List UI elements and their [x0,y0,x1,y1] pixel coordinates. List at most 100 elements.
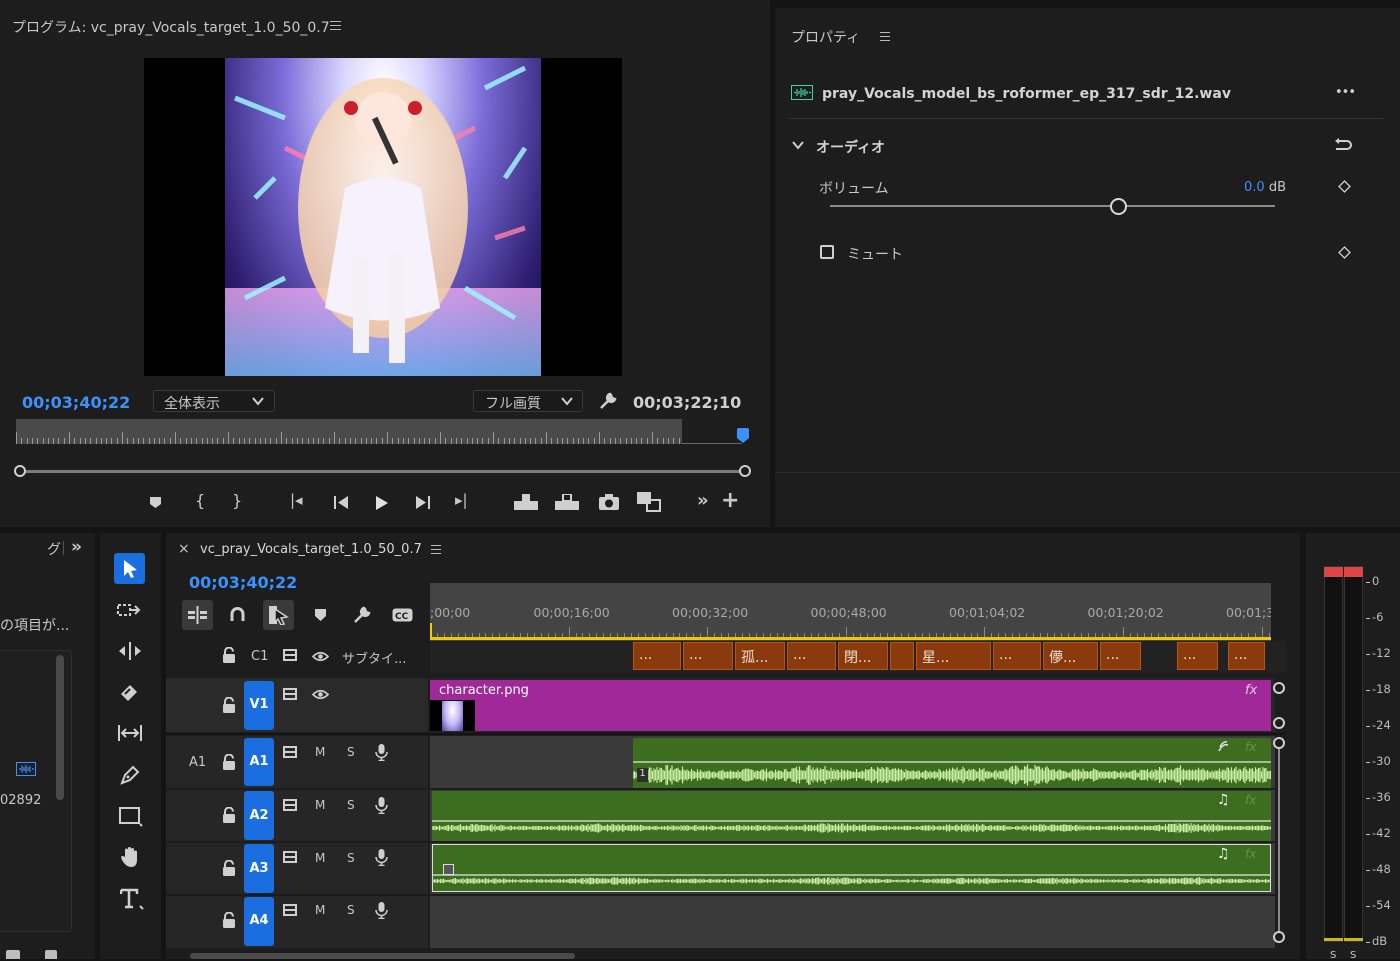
microphone-icon[interactable] [375,902,388,919]
sync-lock-icon[interactable] [283,799,297,811]
clip-indicator-right[interactable] [1344,567,1363,577]
hand-tool-icon[interactable] [119,846,143,868]
step-forward-icon[interactable] [414,496,430,509]
hamburger-icon[interactable] [880,32,890,41]
a4-track-target[interactable]: A4 [244,897,274,946]
track-select-icon[interactable] [117,602,141,620]
type-tool-icon[interactable] [120,888,144,910]
sync-lock-icon[interactable] [283,649,297,661]
subtitle-clip[interactable]: ... [1177,642,1218,670]
subtitle-clip[interactable] [890,642,914,670]
marker-icon[interactable] [149,496,162,509]
monitor-time-ruler[interactable] [16,419,682,444]
mute-checkbox[interactable] [820,245,834,259]
insert-overwrite-toggle[interactable] [182,600,213,630]
comparison-view-icon[interactable] [637,492,661,512]
subtitle-clip[interactable]: 儚... [1043,642,1098,670]
sync-lock-icon[interactable] [283,851,297,863]
v1-track-target[interactable]: V1 [244,681,274,730]
current-timecode[interactable]: 00;03;40;22 [22,393,130,412]
mute-track-button[interactable]: M [315,903,325,917]
properties-title[interactable]: プロパティ [791,27,860,47]
more-options-icon[interactable]: ••• [1335,85,1356,100]
subtitle-clip[interactable]: 閉... [838,642,888,670]
eye-icon[interactable] [312,651,329,662]
timeline-ruler[interactable]: ;00;00 00;00;16;00 00;00;32;00 00;00;48;00 0… [430,583,1271,641]
razor-icon[interactable] [118,682,140,702]
audio-clip-a2[interactable]: ♫ fx [432,791,1271,841]
subtitle-clip[interactable]: ... [683,642,733,670]
zoom-handle-left[interactable] [14,465,26,477]
project-footer-icon-a[interactable] [6,950,20,959]
go-to-out-icon[interactable]: ▸| [455,493,468,508]
a3-track-target[interactable]: A3 [244,844,274,893]
lock-icon[interactable] [222,697,236,713]
lock-icon[interactable] [222,647,236,663]
a-scroll-handle[interactable] [1273,931,1285,943]
sync-lock-icon[interactable] [283,904,297,916]
audio-section-title[interactable]: オーディオ [816,137,885,157]
keyframe-diamond-icon[interactable] [1338,246,1351,259]
program-monitor-title[interactable]: プログラム: vc_pray_Vocals_target_1.0_50_0.7 [12,17,330,37]
keyframe-diamond-icon[interactable] [1338,180,1351,193]
solo-track-button[interactable]: S [347,798,355,812]
sync-lock-icon[interactable] [283,688,297,700]
lift-icon[interactable] [514,494,538,510]
microphone-icon[interactable] [375,797,388,814]
subtitle-clip[interactable]: ... [633,642,681,670]
solo-track-button[interactable]: S [347,903,355,917]
add-marker-icon[interactable] [315,609,326,621]
export-frame-icon[interactable] [599,494,619,510]
lock-icon[interactable] [222,754,236,770]
video-clip[interactable]: character.png fx [430,680,1271,731]
mark-out-icon[interactable]: } [232,493,242,509]
lock-icon[interactable] [222,807,236,823]
mark-in-icon[interactable]: { [195,493,205,509]
subtitle-clip[interactable]: 孤... [735,642,785,670]
keyframe-handle[interactable] [443,864,454,875]
pen-tool-icon[interactable] [119,764,141,786]
volume-slider-track[interactable] [830,205,1275,207]
selection-tool[interactable] [114,553,145,584]
mute-track-button[interactable]: M [315,798,325,812]
mute-track-button[interactable]: M [315,851,325,865]
a2-track-target[interactable]: A2 [244,791,274,840]
audio-clip-a3[interactable]: ♫ fx [432,844,1271,892]
subtitle-clip[interactable]: ... [993,642,1041,670]
audio-clip-a1[interactable]: 1 fx [633,738,1271,788]
timeline-h-scrollbar[interactable] [190,953,575,959]
play-icon[interactable] [375,496,388,510]
a-scroll-handle[interactable] [1273,737,1285,749]
sequence-tab[interactable]: vc_pray_Vocals_target_1.0_50_0.7 [200,542,422,557]
monitor-playhead[interactable] [737,428,749,438]
hamburger-icon[interactable] [330,21,341,30]
subtitle-clip[interactable]: 星... [916,642,991,670]
ripple-edit-icon[interactable] [117,641,143,661]
snap-magnet-icon[interactable] [230,607,245,623]
step-back-icon[interactable] [334,496,350,509]
project-scrollbar[interactable] [56,655,64,800]
expand-panels-icon[interactable]: » [71,537,82,557]
add-button-icon[interactable]: + [721,490,739,512]
a1-fx-badge[interactable]: fx [1245,740,1256,754]
more-controls-icon[interactable]: » [697,492,709,510]
subtitle-clip[interactable]: ... [1228,642,1265,670]
hamburger-icon[interactable] [431,545,441,554]
timeline-close-icon[interactable]: × [178,541,190,557]
a1-track-target[interactable]: A1 [244,738,274,786]
zoom-select[interactable]: 全体表示 [153,390,275,412]
a2-fx-badge[interactable]: fx [1245,793,1256,807]
zoom-handle-right[interactable] [739,465,751,477]
solo-track-button[interactable]: S [347,745,355,759]
video-clip-fx-badge[interactable]: fx [1245,683,1257,698]
subtitle-clip[interactable]: ... [787,642,836,670]
microphone-icon[interactable] [375,849,388,866]
a3-fx-badge[interactable]: fx [1245,847,1256,861]
v-scroll-handle[interactable] [1273,717,1285,729]
clip-indicator-left[interactable] [1324,567,1343,577]
a-scroll-track[interactable] [1278,744,1280,936]
extract-icon[interactable] [555,494,579,510]
volume-value[interactable]: 0.0 [1244,180,1265,195]
eye-icon[interactable] [312,689,329,700]
go-to-in-icon[interactable]: |◂ [290,493,303,508]
